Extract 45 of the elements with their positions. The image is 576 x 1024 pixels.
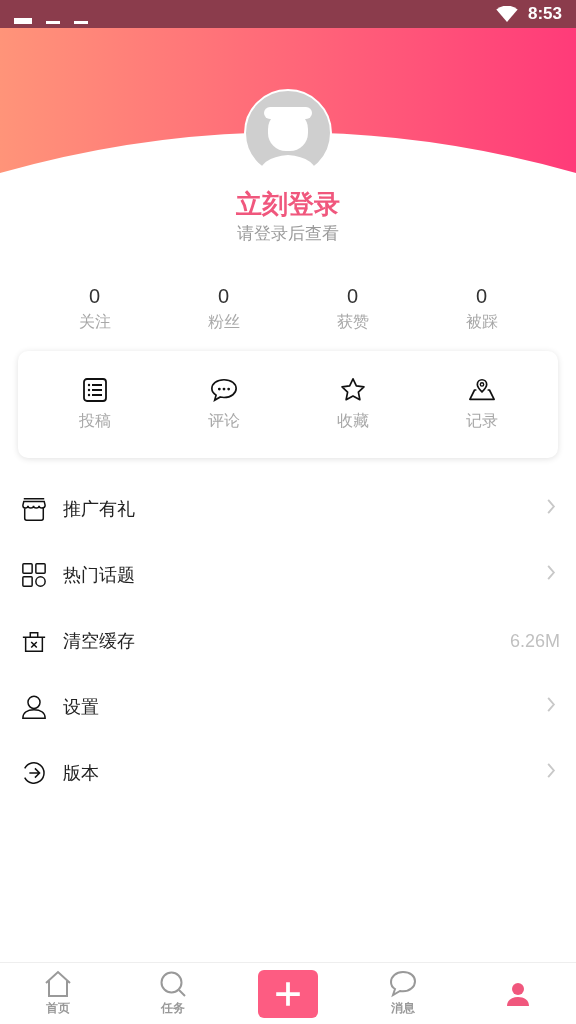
chat-bubble-icon [209, 377, 238, 403]
chevron-right-icon [546, 761, 556, 779]
star-icon [338, 377, 367, 403]
stat-count: 0 [88, 284, 101, 309]
menu-label: 设置 [63, 695, 100, 719]
wifi-icon [495, 6, 518, 22]
menu-item[interactable]: 版本 [0, 740, 576, 806]
home-icon [43, 970, 72, 998]
stat-label: 被踩 [465, 311, 498, 333]
clock: 8:53 [527, 4, 562, 24]
shortcut-button[interactable]: 评论 [159, 377, 288, 432]
map-pin-icon [467, 377, 496, 403]
shortcut-button[interactable]: 投稿 [30, 377, 159, 432]
menu-item[interactable]: 设置 [0, 674, 576, 740]
shortcut-button[interactable]: 收藏 [288, 377, 417, 432]
menu-item[interactable]: 热门话题 [0, 542, 576, 608]
login-link[interactable]: 立刻登录 [236, 187, 340, 221]
cache-size: 6.26M [509, 630, 560, 652]
menu-item[interactable]: 清空缓存 6.26M [0, 608, 576, 674]
menu-label: 热门话题 [63, 563, 136, 587]
list-icon [80, 377, 109, 403]
stat-count: 0 [346, 284, 359, 309]
chevron-right-icon [546, 497, 556, 515]
menu-label: 推广有礼 [63, 497, 136, 521]
stat-label: 获赞 [336, 311, 369, 333]
tab[interactable]: 首页 [0, 963, 116, 1024]
grid-icon [21, 562, 47, 588]
stat-label: 关注 [78, 311, 111, 333]
arrow-circle-icon [21, 760, 47, 786]
stat-label: 粉丝 [207, 311, 240, 333]
menu-label: 清空缓存 [63, 629, 136, 653]
menu-label: 版本 [63, 761, 100, 785]
chevron-right-icon [546, 563, 556, 581]
chat-bubble-icon [389, 970, 418, 998]
shortcut-button[interactable]: 记录 [417, 377, 546, 432]
tab[interactable]: 消息 [345, 963, 461, 1024]
stat-count: 0 [475, 284, 488, 309]
search-icon [158, 970, 187, 998]
login-hint: 请登录后查看 [237, 222, 339, 245]
menu-item[interactable]: 推广有礼 [0, 476, 576, 542]
tab[interactable]: 任务 [115, 963, 231, 1024]
chevron-right-icon [546, 695, 556, 713]
shop-icon [21, 496, 47, 522]
stat-count: 0 [217, 284, 230, 309]
person-icon [21, 694, 47, 720]
